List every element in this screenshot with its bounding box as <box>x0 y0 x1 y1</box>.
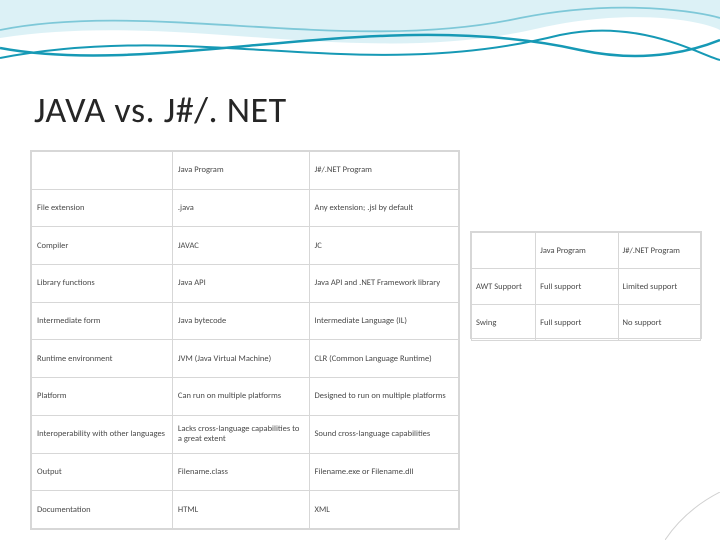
cell-label: File extension <box>32 189 173 227</box>
cell-value: Java API and .NET Framework library <box>309 265 458 303</box>
cell-value: Can run on multiple platforms <box>172 378 309 416</box>
table-row: Java Program J#/.NET Program <box>32 152 459 190</box>
cell-header: Java Program <box>172 152 309 190</box>
table-row: Library functions Java API Java API and … <box>32 265 459 303</box>
cell-value: Any extension; .jsl by default <box>309 189 458 227</box>
cell-value: JVM (Java Virtual Machine) <box>172 340 309 378</box>
cell-value: XML <box>309 491 458 529</box>
cell-value: .java <box>172 189 309 227</box>
cell-value: Designed to run on multiple platforms <box>309 378 458 416</box>
table-row: File extension .java Any extension; .jsl… <box>32 189 459 227</box>
cell-value: Java API <box>172 265 309 303</box>
cell-header: J#/.NET Program <box>309 152 458 190</box>
comparison-table-ui: Java Program J#/.NET Program AWT Support… <box>470 231 702 339</box>
cell-label: Swing <box>472 305 536 341</box>
table-row: Output Filename.class Filename.exe or Fi… <box>32 453 459 491</box>
table-row: Swing Full support No support <box>472 305 701 341</box>
cell-value: HTML <box>172 491 309 529</box>
cell-label: Interoperability with other languages <box>32 415 173 453</box>
cell-value: Full support <box>536 269 618 305</box>
cell-label: Intermediate form <box>32 302 173 340</box>
cell-value: JAVAC <box>172 227 309 265</box>
table-row: AWT Support Full support Limited support <box>472 269 701 305</box>
slide-title: JAVA vs. J#/. NET <box>34 88 287 132</box>
table-row: Runtime environment JVM (Java Virtual Ma… <box>32 340 459 378</box>
cell-value: Limited support <box>618 269 700 305</box>
cell-blank <box>472 233 536 269</box>
cell-label: Runtime environment <box>32 340 173 378</box>
table-row: Java Program J#/.NET Program <box>472 233 701 269</box>
cell-header: Java Program <box>536 233 618 269</box>
cell-value: Filename.exe or Filename.dll <box>309 453 458 491</box>
table-row: Interoperability with other languages La… <box>32 415 459 453</box>
cell-value: Lacks cross-language capabilities to a g… <box>172 415 309 453</box>
slide: JAVA vs. J#/. NET Java Program J#/.NET P… <box>0 0 720 540</box>
comparison-table-main: Java Program J#/.NET Program File extens… <box>30 150 460 530</box>
cell-label: Platform <box>32 378 173 416</box>
cell-value: JC <box>309 227 458 265</box>
cell-value: Intermediate Language (IL) <box>309 302 458 340</box>
cell-label: Compiler <box>32 227 173 265</box>
cell-blank <box>32 152 173 190</box>
table-row: Documentation HTML XML <box>32 491 459 529</box>
table-row: Compiler JAVAC JC <box>32 227 459 265</box>
cell-header: J#/.NET Program <box>618 233 700 269</box>
cell-label: Library functions <box>32 265 173 303</box>
cell-label: Output <box>32 453 173 491</box>
table-row: Intermediate form Java bytecode Intermed… <box>32 302 459 340</box>
cell-value: Full support <box>536 305 618 341</box>
cell-value: Filename.class <box>172 453 309 491</box>
cell-value: Sound cross-language capabilities <box>309 415 458 453</box>
decorative-swirl <box>0 0 720 90</box>
table-row: Platform Can run on multiple platforms D… <box>32 378 459 416</box>
cell-label: AWT Support <box>472 269 536 305</box>
cell-value: CLR (Common Language Runtime) <box>309 340 458 378</box>
cell-label: Documentation <box>32 491 173 529</box>
page-curl-icon <box>665 492 720 540</box>
cell-value: No support <box>618 305 700 341</box>
cell-value: Java bytecode <box>172 302 309 340</box>
